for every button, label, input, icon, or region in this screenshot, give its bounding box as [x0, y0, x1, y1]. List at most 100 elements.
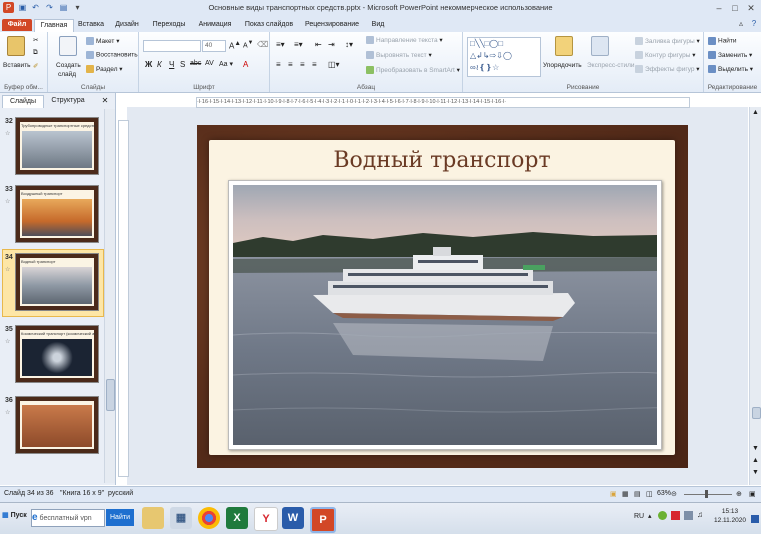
- shape-outline-button[interactable]: Контур фигуры ▾: [635, 51, 696, 60]
- copy-icon[interactable]: ⧉: [33, 49, 38, 57]
- zoom-out-icon[interactable]: ⊝: [671, 490, 677, 498]
- help-icon[interactable]: ?: [747, 18, 761, 30]
- previous-slide-icon[interactable]: ▲: [752, 457, 759, 464]
- file-explorer-icon[interactable]: [142, 507, 164, 529]
- columns-icon[interactable]: ◫▾: [328, 60, 340, 69]
- tab-slideshow[interactable]: Показ слайдов: [243, 19, 295, 31]
- show-hidden-icons-icon[interactable]: ▴: [648, 512, 652, 520]
- decrease-indent-icon[interactable]: ⇤: [315, 40, 322, 49]
- reset-button[interactable]: Восстановить: [96, 52, 138, 59]
- scrollbar-thumb[interactable]: [752, 407, 761, 419]
- replace-button[interactable]: Заменить ▾: [708, 51, 752, 60]
- slide-title[interactable]: Водный транспорт: [209, 148, 675, 173]
- spacing-icon[interactable]: AV: [205, 60, 214, 67]
- new-slide-icon[interactable]: [59, 36, 77, 56]
- tray-app-icon[interactable]: [658, 511, 667, 520]
- convert-smartart-button[interactable]: Преобразовать в SmartArt ▾: [366, 66, 460, 75]
- scroll-down-icon[interactable]: ▼: [752, 445, 759, 452]
- slide-thumbnail-33[interactable]: Воздушный транспорт: [15, 185, 99, 243]
- layout-button[interactable]: Макет: [96, 38, 114, 45]
- align-center-icon[interactable]: ≡: [288, 60, 293, 69]
- align-left-icon[interactable]: ≡: [276, 60, 281, 69]
- show-desktop-icon[interactable]: [751, 515, 759, 523]
- new-slide-label-2[interactable]: слайд: [58, 71, 76, 78]
- calculator-icon[interactable]: ▦: [170, 507, 192, 529]
- arrange-button[interactable]: Упорядочить: [543, 62, 582, 69]
- tab-insert[interactable]: Вставка: [76, 19, 106, 31]
- increase-indent-icon[interactable]: ⇥: [328, 40, 335, 49]
- close-icon[interactable]: ✕: [744, 2, 758, 14]
- minimize-icon[interactable]: –: [712, 2, 726, 14]
- slide-thumbnail-32[interactable]: Трубопроводные транспортные средства: [15, 117, 99, 175]
- search-box[interactable]: e бесплатный vpn: [31, 509, 105, 527]
- word-icon[interactable]: W: [282, 507, 304, 529]
- paste-button[interactable]: Вставить: [3, 62, 31, 69]
- tray-network-icon[interactable]: [684, 511, 693, 520]
- font-color-icon[interactable]: A: [243, 60, 248, 69]
- close-pane-icon[interactable]: ✕: [100, 95, 110, 107]
- italic-icon[interactable]: К: [157, 60, 162, 69]
- tray-security-icon[interactable]: [671, 511, 680, 520]
- zoom-slider-thumb[interactable]: [705, 490, 708, 498]
- scroll-up-icon[interactable]: ▲: [752, 109, 759, 116]
- tab-animation[interactable]: Анимация: [195, 19, 235, 31]
- normal-view-icon[interactable]: ▣: [610, 490, 617, 498]
- quick-styles-button[interactable]: Экспресс-стили: [587, 62, 635, 69]
- language-indicator[interactable]: русский: [108, 490, 133, 497]
- yandex-browser-icon[interactable]: Y: [254, 507, 278, 531]
- shrink-font-icon[interactable]: A▼: [243, 40, 253, 49]
- grow-font-icon[interactable]: A▲: [229, 40, 241, 51]
- shapes-gallery[interactable]: □╲╲□◯□ △↲↳⇨⇩◯ ∞≀❴❵☆: [467, 37, 541, 77]
- fit-to-window-icon[interactable]: ▣: [749, 490, 756, 498]
- line-spacing-icon[interactable]: ↕▾: [345, 40, 353, 49]
- excel-icon[interactable]: X: [226, 507, 248, 529]
- change-case-icon[interactable]: Aa ▾: [219, 60, 233, 68]
- tab-review[interactable]: Рецензирование: [302, 19, 362, 31]
- section-button[interactable]: Раздел: [96, 66, 117, 73]
- tab-home[interactable]: Главная: [34, 19, 74, 32]
- strikethrough-icon[interactable]: abc: [190, 60, 201, 67]
- align-right-icon[interactable]: ≡: [300, 60, 305, 69]
- slide-scrollbar[interactable]: ▲ ▼ ▲ ▼: [749, 107, 761, 485]
- search-button[interactable]: Найти: [106, 509, 134, 526]
- input-language[interactable]: RU: [634, 513, 644, 520]
- slide-thumbnail-34[interactable]: Водный транспорт: [15, 253, 99, 311]
- clock[interactable]: 15:13 12.11.2020: [712, 507, 748, 525]
- maximize-icon[interactable]: □: [728, 2, 742, 14]
- bold-icon[interactable]: Ж: [145, 60, 152, 69]
- format-painter-icon[interactable]: ✐: [33, 62, 38, 70]
- quick-styles-icon[interactable]: [591, 36, 609, 56]
- zoom-in-icon[interactable]: ⊕: [736, 490, 742, 498]
- volume-icon[interactable]: ♫: [697, 510, 703, 519]
- minimize-ribbon-icon[interactable]: ▵: [734, 18, 748, 30]
- tab-outline-pane[interactable]: Структура: [46, 95, 90, 107]
- zoom-level[interactable]: 63%: [657, 490, 671, 497]
- align-text-button[interactable]: Выровнять текст ▾: [366, 51, 432, 60]
- start-button[interactable]: ▦ Пуск: [2, 511, 27, 519]
- slides-pane-scrollbar[interactable]: [104, 109, 115, 483]
- slideshow-view-icon[interactable]: ◫: [646, 490, 653, 498]
- bullets-icon[interactable]: ≡▾: [276, 40, 285, 49]
- font-family-box[interactable]: [143, 40, 201, 52]
- arrange-icon[interactable]: [555, 36, 573, 56]
- shadow-icon[interactable]: S: [180, 60, 185, 69]
- paste-icon[interactable]: [7, 36, 25, 56]
- tab-transitions[interactable]: Переходы: [150, 19, 188, 31]
- zoom-slider[interactable]: [684, 494, 732, 495]
- cut-icon[interactable]: ✂: [33, 36, 38, 44]
- shape-fill-button[interactable]: Заливка фигуры ▾: [635, 37, 700, 46]
- clear-format-icon[interactable]: ⌫: [257, 40, 268, 49]
- next-slide-icon[interactable]: ▼: [752, 469, 759, 476]
- new-slide-label-1[interactable]: Создать: [56, 62, 81, 69]
- underline-icon[interactable]: Ч: [169, 60, 174, 69]
- select-button[interactable]: Выделить ▾: [708, 65, 753, 74]
- numbering-icon[interactable]: ≡▾: [294, 40, 303, 49]
- slide-photo[interactable]: [228, 180, 662, 450]
- tab-design[interactable]: Дизайн: [112, 19, 142, 31]
- find-button[interactable]: Найти: [708, 37, 737, 45]
- slide-thumbnail-36[interactable]: [15, 396, 99, 454]
- slide-sorter-icon[interactable]: ▦: [622, 490, 629, 498]
- reading-view-icon[interactable]: ▤: [634, 490, 641, 498]
- chrome-icon[interactable]: [198, 507, 220, 529]
- slide-thumbnail-35[interactable]: Космический транспорт (космический аппар…: [15, 325, 99, 383]
